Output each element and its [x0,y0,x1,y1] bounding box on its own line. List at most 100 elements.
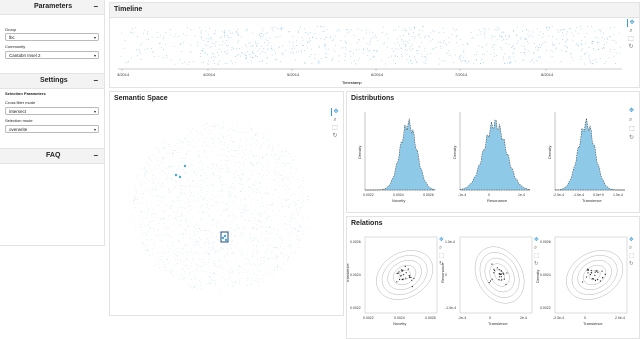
zoom-icon[interactable]: ⌕ [534,245,537,251]
semantic-point [282,151,283,153]
semantic-point [277,269,278,270]
pan-icon[interactable]: ✥ [629,107,634,114]
relation-point [491,278,493,280]
rel-x-tick-label: -2.0e-4 [553,316,564,320]
semantic-point [293,160,294,161]
timeline-point [279,35,281,37]
minus-icon[interactable]: − [93,74,98,87]
semantic-point [149,159,151,160]
semantic-point [166,178,167,179]
parameters-header[interactable]: Parameters − [0,0,104,15]
timeline-point [430,53,432,54]
semantic-point [235,170,236,171]
box-select-icon[interactable]: ⬚ [629,253,635,259]
minus-icon[interactable]: − [93,149,98,162]
box-select-icon[interactable]: ⬚ [629,126,635,132]
reset-icon[interactable]: ↻ [629,260,634,267]
pan-icon[interactable]: ✥ [534,236,539,243]
timeline-point [375,35,376,37]
timeline-point [228,45,229,47]
pan-icon[interactable]: ✥ [439,236,444,243]
semantic-point [145,245,146,247]
semantic-point [206,204,208,205]
timeline-point [133,32,134,34]
zoom-icon[interactable]: ⌕ [627,27,635,35]
reset-icon[interactable]: ↻ [534,260,539,267]
timeline-point [494,52,496,54]
timeline-point [306,47,308,49]
semantic-space-chart[interactable] [110,107,330,313]
semantic-point [263,175,264,176]
box-select-icon[interactable]: ⬚ [534,253,540,259]
semantic-point [190,184,191,186]
timeline-point [562,39,563,40]
distributions-charts[interactable]: 0.0022 0.0024 0.0026NoveltyDensity-1e-4 0 1e… [347,106,639,212]
rel-y-tick-label: 0.0024 [540,273,551,277]
semantic-point [205,156,207,157]
semantic-point [194,172,196,174]
timeline-point [576,26,578,28]
semantic-point [265,210,267,212]
semantic-point [141,193,143,194]
semantic-point [216,236,217,237]
cross-filter-select[interactable]: intersect ▾ [5,107,99,115]
pan-icon[interactable]: ✥ [627,19,636,27]
semantic-point [212,179,214,181]
semantic-point [192,215,193,217]
community-select[interactable]: Cantabri Insel 2 ▾ [5,51,99,59]
timeline-point [530,34,531,36]
timeline-point [537,28,538,30]
rel-x-tick-label: 0.0024 [394,316,405,320]
timeline-point [421,30,423,32]
box-select-icon[interactable]: ⬚ [439,253,445,259]
semantic-point [260,193,261,194]
timeline-point [285,50,287,52]
pan-icon[interactable]: ✥ [331,108,340,116]
semantic-point [209,129,210,131]
timeline-point [201,61,203,63]
relations-charts[interactable]: 0.0022 0.0024 0.00260.00260.00240.0022Nove… [347,231,639,338]
pan-icon[interactable]: ✥ [629,236,634,243]
box-select-icon[interactable]: ⬚ [331,124,339,132]
semantic-point [212,224,213,226]
semantic-point [206,185,208,186]
reset-icon[interactable]: ↻ [629,134,634,141]
semantic-point [282,240,283,241]
timeline-point [353,53,354,54]
zoom-icon[interactable]: ⌕ [331,116,339,124]
semantic-point [193,287,195,288]
semantic-point [193,286,194,288]
semantic-point [281,243,283,244]
timeline-point [224,51,225,52]
timeline-chart[interactable]: 3/2014 4/2014 5/2014 6/2014 7/2014 8/2014 Tim… [110,18,639,87]
timeline-point [584,36,586,38]
zoom-icon[interactable]: ⌕ [629,117,632,123]
timeline-point [465,61,467,62]
reset-icon[interactable]: ↻ [627,43,635,51]
semantic-point [197,151,199,152]
semantic-point [268,216,270,218]
semantic-point [178,166,179,167]
rel-y-tick-label: 0.0022 [350,306,361,310]
zoom-icon[interactable]: ⌕ [439,245,442,251]
semantic-point [292,176,293,177]
timeline-point [342,47,344,49]
faq-header[interactable]: FAQ − [0,148,104,164]
group-select[interactable]: lbc ▾ [5,33,99,41]
reset-icon[interactable]: ↻ [331,132,339,140]
box-select-icon[interactable]: ⬚ [627,35,635,43]
zoom-icon[interactable]: ⌕ [629,245,632,251]
minus-icon[interactable]: − [93,0,98,13]
relation-point [604,273,606,275]
semantic-point [178,162,180,164]
timeline-point [548,35,549,37]
semantic-point [287,254,288,255]
semantic-point [212,194,214,196]
timeline-point [520,37,522,38]
settings-header[interactable]: Settings − [0,73,104,89]
selection-mode-select[interactable]: overwrite ▾ [5,125,99,133]
semantic-point [152,254,154,255]
semantic-point [155,178,156,179]
semantic-point [149,165,150,166]
semantic-point [214,284,216,286]
